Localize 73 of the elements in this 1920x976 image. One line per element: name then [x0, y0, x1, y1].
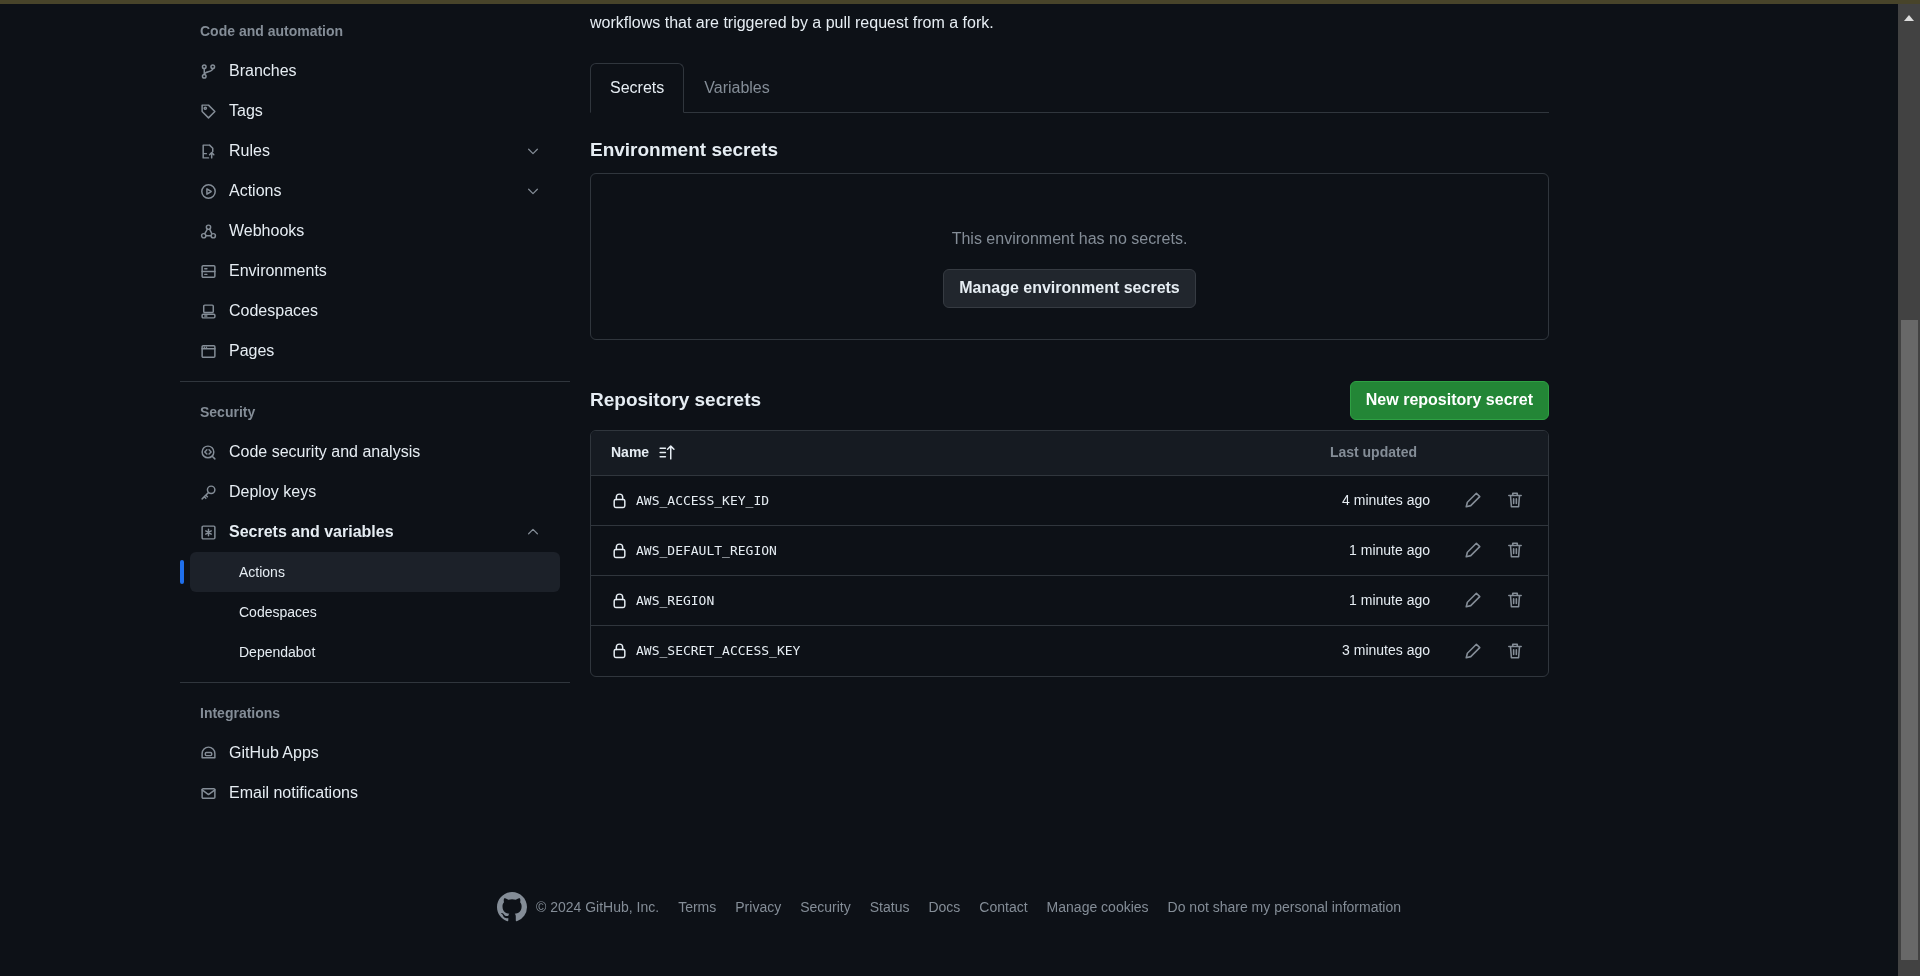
trash-icon — [1506, 541, 1524, 560]
asterisk-box-icon — [200, 523, 217, 541]
sidebar-item[interactable]: Code security and analysis — [180, 432, 560, 472]
sidebar-subitem[interactable]: Dependabot — [190, 632, 560, 672]
play-icon — [200, 182, 217, 200]
sidebar-item[interactable]: Codespaces — [180, 291, 560, 331]
sidebar-item[interactable]: Webhooks — [180, 211, 560, 251]
lock-icon — [611, 642, 628, 660]
sidebar-section-heading: Code and automation — [199, 21, 345, 41]
footer-link[interactable]: Manage cookies — [1046, 896, 1149, 918]
scrollbar[interactable] — [1898, 4, 1920, 976]
lock-icon — [611, 591, 628, 609]
sidebar-section-heading: Security — [199, 402, 257, 422]
scrollbar-thumb[interactable] — [1900, 320, 1918, 960]
trash-icon — [1506, 491, 1524, 510]
selection-indicator — [180, 560, 184, 584]
empty-state-text: This environment has no secrets. — [951, 228, 1188, 249]
description-text: workflows that are triggered by a pull request from a fork. — [590, 13, 995, 33]
sidebar-item[interactable]: Email notifications — [180, 773, 560, 813]
sidebar-section-heading: Integrations — [199, 703, 282, 723]
lock-icon — [611, 491, 628, 509]
updated-time: 1 minute ago — [1349, 540, 1430, 560]
section-title: Repository secrets — [590, 388, 762, 412]
sidebar-item[interactable]: Pages — [180, 331, 560, 371]
section-title: Environment secrets — [590, 139, 779, 162]
footer-link[interactable]: Status — [869, 896, 910, 918]
tab[interactable]: Secrets — [590, 63, 685, 113]
new-secret-button[interactable]: New repository secret — [1349, 380, 1549, 420]
sidebar-item[interactable]: Deploy keys — [180, 472, 560, 512]
key-icon — [200, 483, 217, 501]
sidebar-item[interactable]: GitHub Apps — [180, 733, 560, 773]
pencil-icon — [1464, 591, 1482, 610]
sidebar-item[interactable]: Environments — [180, 251, 560, 291]
branch-icon — [200, 62, 217, 80]
updated-time: 1 minute ago — [1349, 590, 1430, 610]
manage-secrets-button[interactable]: Manage environment secrets — [943, 268, 1196, 308]
column-header: Name — [611, 443, 650, 463]
sidebar-item[interactable]: Secrets and variables — [180, 512, 560, 552]
sidebar-subitem[interactable]: Codespaces — [190, 592, 560, 632]
shield-search-icon — [200, 443, 217, 461]
trash-icon — [1506, 641, 1524, 660]
secret-name: AWS_ACCESS_KEY_ID — [636, 491, 770, 510]
rules-icon — [200, 142, 217, 160]
sidebar-item[interactable]: Actions — [180, 171, 560, 211]
secret-name: AWS_REGION — [636, 591, 715, 610]
sidebar-item[interactable]: Branches — [180, 51, 560, 91]
webhook-icon — [200, 222, 217, 240]
pencil-icon — [1464, 541, 1482, 560]
computer-icon — [200, 302, 217, 320]
updated-time: 4 minutes ago — [1342, 490, 1430, 510]
updated-time: 3 minutes ago — [1342, 641, 1430, 661]
secret-name: AWS_DEFAULT_REGION — [636, 541, 777, 560]
footer-link[interactable]: Docs — [928, 896, 961, 918]
pencil-icon — [1464, 641, 1482, 660]
footer-link[interactable]: Contact — [979, 896, 1028, 918]
secret-name: AWS_SECRET_ACCESS_KEY — [636, 642, 801, 661]
lock-icon — [611, 541, 628, 559]
browser-icon — [200, 342, 217, 360]
footer-link[interactable]: Privacy — [735, 896, 782, 918]
column-header: Last updated — [1329, 443, 1417, 463]
trash-icon — [1506, 591, 1524, 610]
server-icon — [200, 262, 217, 280]
pencil-icon — [1464, 491, 1482, 510]
tag-icon — [200, 102, 217, 120]
footer-link[interactable]: Security — [800, 896, 851, 918]
octocat-logo-icon[interactable] — [497, 892, 527, 922]
sidebar-item[interactable]: Rules — [180, 131, 560, 171]
tab[interactable]: Variables — [684, 63, 790, 113]
footer-link[interactable]: Terms — [678, 896, 717, 918]
sidebar-item[interactable]: Tags — [180, 91, 560, 131]
copyright-text: © 2024 GitHub, Inc. — [536, 897, 660, 917]
sort-icon[interactable] — [658, 444, 676, 462]
footer-link[interactable]: Do not share my personal information — [1167, 896, 1401, 918]
